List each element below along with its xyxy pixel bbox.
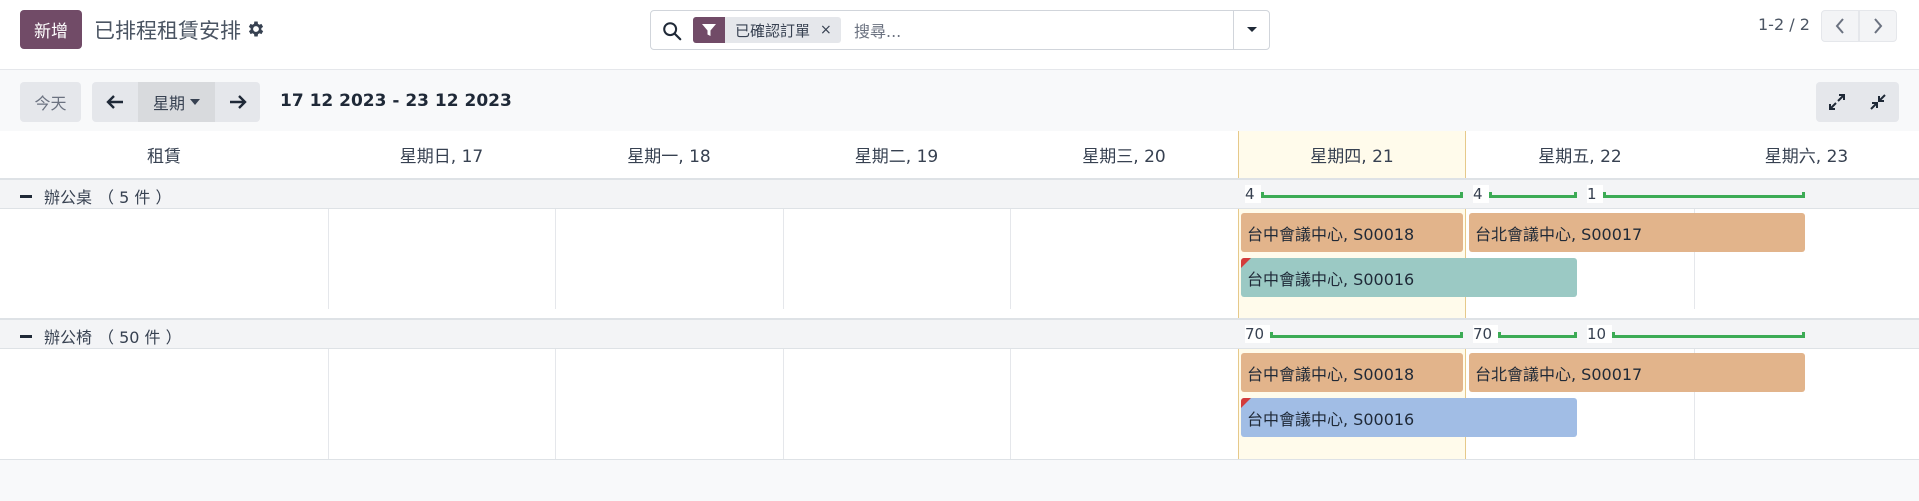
late-flag-icon	[1241, 398, 1251, 408]
facet-label: 已確認訂單	[735, 21, 811, 40]
gantt-pill[interactable]: 台中會議中心, S00016	[1241, 398, 1577, 437]
column-header-wed: 星期三, 20	[1010, 131, 1238, 179]
control-panel: 新增 已排程租賃安排 已確認訂單 × 1-2 / 2	[0, 0, 1919, 70]
arrow-left-icon	[106, 95, 123, 109]
column-divider	[783, 349, 784, 460]
column-divider	[328, 349, 329, 460]
gantt-pill[interactable]: 台中會議中心, S00018	[1241, 213, 1463, 252]
expand-icon	[1828, 94, 1845, 110]
search-facet: 已確認訂單 ×	[693, 17, 841, 43]
pill-label: 台中會議中心, S00016	[1247, 409, 1415, 429]
expand-rows-button[interactable]	[1816, 82, 1857, 122]
aggregate-bar: 4	[1245, 183, 1463, 205]
new-button[interactable]: 新增	[20, 10, 82, 49]
aggregate-line	[1602, 192, 1805, 198]
search-bar: 已確認訂單 ×	[650, 10, 1270, 50]
next-period-button[interactable]	[215, 82, 260, 122]
previous-period-button[interactable]	[92, 82, 138, 122]
aggregate-value: 70	[1245, 325, 1271, 343]
group-count: （ 50 件 ）	[98, 328, 182, 347]
aggregate-line	[1498, 332, 1577, 338]
column-divider	[328, 209, 329, 309]
column-header-tue: 星期二, 19	[783, 131, 1010, 179]
column-header-fri: 星期五, 22	[1466, 131, 1694, 179]
aggregate-line	[1260, 192, 1463, 198]
collapse-group-icon[interactable]	[20, 334, 32, 338]
column-header-sun: 星期日, 17	[328, 131, 555, 179]
column-header-thu: 星期四, 21	[1238, 131, 1466, 179]
aggregate-value: 70	[1473, 325, 1499, 343]
column-divider	[783, 209, 784, 309]
aggregate-value: 4	[1473, 185, 1489, 203]
aggregate-value: 10	[1587, 325, 1613, 343]
group-count: （ 5 件 ）	[98, 188, 172, 207]
scale-dropdown[interactable]: 星期	[138, 82, 215, 122]
gantt-row-header-title: 租賃	[0, 131, 328, 179]
collapse-icon	[1870, 94, 1886, 110]
search-input[interactable]	[854, 18, 1234, 44]
gantt-pill[interactable]: 台北會議中心, S00017	[1469, 353, 1805, 392]
aggregate-bar: 4	[1473, 183, 1577, 205]
column-divider	[555, 209, 556, 309]
aggregate-line	[1270, 332, 1463, 338]
group-title[interactable]: 辦公桌 （ 5 件 ）	[20, 184, 171, 208]
group-name: 辦公桌	[44, 188, 93, 207]
search-options-toggle[interactable]	[1233, 11, 1269, 49]
column-divider	[1010, 209, 1011, 309]
aggregate-value: 1	[1587, 185, 1603, 203]
gantt-pill[interactable]: 台中會議中心, S00018	[1241, 353, 1463, 392]
arrow-right-icon	[229, 95, 247, 109]
aggregate-bar: 70	[1245, 323, 1463, 345]
group-title[interactable]: 辦公椅 （ 50 件 ）	[20, 324, 182, 348]
filter-icon	[693, 17, 725, 43]
chevron-left-icon	[1835, 18, 1844, 34]
page-title: 已排程租賃安排	[94, 19, 241, 43]
column-header-sat: 星期六, 23	[1694, 131, 1919, 179]
today-button[interactable]: 今天	[20, 82, 81, 122]
aggregate-bar: 1	[1587, 183, 1805, 205]
gantt-pill[interactable]: 台北會議中心, S00017	[1469, 213, 1805, 252]
aggregate-line	[1612, 332, 1805, 338]
row-divider	[0, 459, 1919, 460]
caret-down-icon	[190, 99, 200, 105]
gantt-pill[interactable]: 台中會議中心, S00016	[1241, 258, 1577, 297]
facet-remove-icon[interactable]: ×	[820, 22, 841, 38]
collapse-group-icon[interactable]	[20, 194, 32, 198]
column-header-mon: 星期一, 18	[555, 131, 783, 179]
aggregate-value: 4	[1245, 185, 1261, 203]
gantt-grid: 租賃 星期日, 17 星期一, 18 星期二, 19 星期三, 20 星期四, …	[0, 131, 1919, 460]
pager-value[interactable]: 1-2 / 2	[1758, 15, 1810, 34]
group-name: 辦公椅	[44, 328, 93, 347]
collapse-rows-button[interactable]	[1857, 82, 1899, 122]
scale-label: 星期	[152, 94, 185, 113]
pager-next-button[interactable]	[1859, 10, 1897, 42]
pill-label: 台中會議中心, S00016	[1247, 269, 1415, 289]
aggregate-bar: 10	[1587, 323, 1805, 345]
gear-icon[interactable]	[246, 19, 266, 39]
column-divider	[1010, 349, 1011, 460]
search-icon[interactable]	[661, 20, 683, 42]
caret-down-icon	[1246, 27, 1257, 32]
chevron-right-icon	[1874, 18, 1883, 34]
aggregate-bar: 70	[1473, 323, 1577, 345]
late-flag-icon	[1241, 258, 1251, 268]
aggregate-line	[1488, 192, 1577, 198]
pager-previous-button[interactable]	[1821, 10, 1859, 42]
column-divider	[555, 349, 556, 460]
date-range: 17 12 2023 - 23 12 2023	[280, 91, 512, 111]
